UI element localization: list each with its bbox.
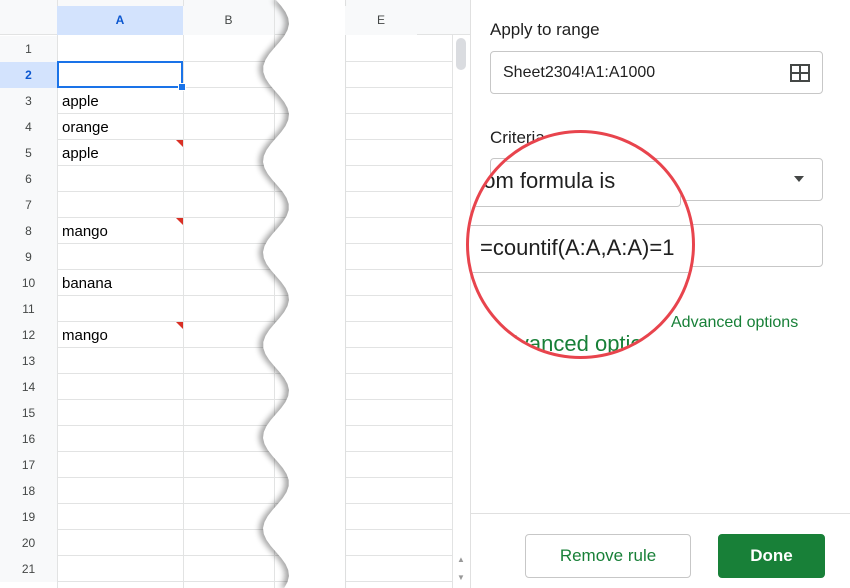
- zoomed-formula-field: =countif(A:A,A:A)=1: [469, 225, 692, 273]
- zoomed-advanced-options: Advanced options: [491, 331, 666, 356]
- done-button[interactable]: Done: [718, 534, 825, 578]
- range-value: Sheet2304!A1:A1000: [503, 64, 656, 81]
- range-input[interactable]: Sheet2304!A1:A1000: [490, 51, 823, 94]
- column-header-e[interactable]: E: [345, 6, 417, 35]
- zoomed-formula-value: =countif(A:A,A:A)=1: [480, 235, 675, 260]
- zoomed-criteria-value: Custom formula is: [466, 168, 616, 193]
- zoomed-criteria-field: Custom formula is: [466, 161, 681, 207]
- advanced-options-label: Advanced options: [671, 314, 799, 331]
- advanced-options-link[interactable]: Advanced options: [671, 314, 798, 332]
- spreadsheet-grid[interactable]: AB 1 2 3 4 5 6 7 8 9 10 11 12 13 14 15 16 17 18 19 20 21 app…: [0, 0, 470, 588]
- remove-rule-button[interactable]: Remove rule: [525, 534, 691, 578]
- footer-divider: [471, 513, 850, 514]
- apply-to-range-label: Apply to range: [490, 20, 600, 39]
- select-range-icon[interactable]: [790, 64, 810, 82]
- zoom-highlight-circle: Custom formula is =countif(A:A,A:A)=1 Ad…: [466, 130, 695, 359]
- zoomed-advanced-label: Advanced options: [491, 331, 666, 356]
- dropdown-caret-icon: [794, 176, 804, 182]
- torn-edge-graphic: [259, 0, 345, 588]
